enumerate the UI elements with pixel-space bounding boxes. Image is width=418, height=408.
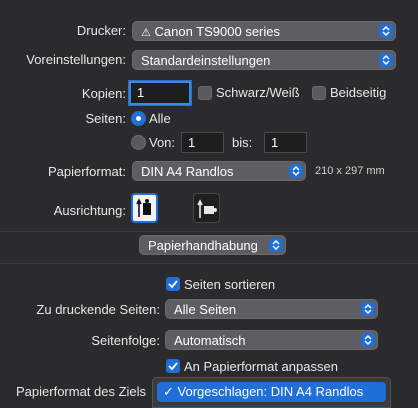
collate-label: Seiten sortieren — [184, 277, 276, 292]
checkmark-icon: ✓ — [163, 384, 174, 399]
chevron-updown-icon — [361, 333, 375, 347]
chevron-updown-icon — [289, 164, 303, 178]
section-value: Papierhandhabung — [148, 238, 258, 253]
pages-all-radio[interactable] — [131, 111, 146, 126]
paper-value: DIN A4 Randlos — [141, 164, 234, 179]
page-order-popup[interactable]: Automatisch — [165, 330, 378, 350]
paper-popup[interactable]: DIN A4 Randlos — [132, 161, 306, 181]
bw-checkbox[interactable] — [198, 86, 212, 100]
section-popup[interactable]: Papierhandhabung — [139, 235, 286, 255]
printer-popup[interactable]: ⚠ Canon TS9000 series — [132, 21, 396, 41]
presets-value: Standardeinstellungen — [141, 53, 271, 68]
orientation-label: Ausrichtung: — [53, 203, 126, 218]
scale-to-fit-checkbox[interactable] — [166, 359, 180, 373]
portrait-orientation-button[interactable] — [131, 193, 158, 223]
pages-from-field[interactable]: 1 — [181, 132, 224, 153]
pages-to-label: bis: — [232, 135, 253, 150]
landscape-icon — [197, 199, 217, 218]
chevron-updown-icon — [361, 302, 375, 316]
landscape-orientation-button[interactable] — [193, 193, 220, 223]
duplex-checkbox[interactable] — [312, 86, 326, 100]
scale-to-fit-label: An Papierformat anpassen — [184, 359, 338, 374]
presets-popup[interactable]: Standardeinstellungen — [132, 50, 396, 70]
presets-label: Voreinstellungen: — [26, 52, 126, 67]
bw-label: Schwarz/Weiß — [216, 85, 300, 100]
divider — [0, 231, 418, 232]
dest-paper-menu: ✓ Vorgeschlagen: DIN A4 Randlos — [152, 377, 391, 408]
checkmark-icon — [168, 280, 178, 289]
duplex-label: Beidseitig — [330, 85, 387, 100]
pages-to-field[interactable]: 1 — [264, 132, 307, 153]
copies-field[interactable]: 1 — [129, 81, 191, 105]
pages-range-radio[interactable] — [131, 135, 146, 150]
printer-label: Drucker: — [76, 23, 126, 38]
menu-item-suggested[interactable]: ✓ Vorgeschlagen: DIN A4 Randlos — [157, 382, 386, 402]
printer-value: Canon TS9000 series — [154, 24, 281, 39]
pages-from-label: Von: — [149, 135, 176, 150]
checkmark-icon — [168, 362, 178, 371]
paper-dimensions: 210 x 297 mm — [315, 165, 385, 177]
page-order-label: Seitenfolge: — [91, 333, 160, 348]
divider — [0, 263, 418, 264]
pages-all-label: Alle — [149, 111, 171, 126]
collate-checkbox[interactable] — [166, 277, 180, 291]
copies-label: Kopien: — [81, 86, 126, 101]
pages-to-print-value: Alle Seiten — [174, 302, 237, 317]
paper-label: Papierformat: — [47, 164, 126, 179]
dest-paper-label: Papierformat des Ziels — [16, 384, 147, 399]
print-dialog: { "printer": { "label": "Drucker:", "val… — [0, 0, 418, 408]
chevron-updown-icon — [379, 24, 393, 38]
page-order-value: Automatisch — [174, 333, 246, 348]
menu-item-label: Vorgeschlagen: DIN A4 Randlos — [177, 384, 364, 399]
warning-icon: ⚠ — [141, 27, 151, 39]
pages-label: Seiten: — [85, 111, 126, 126]
pages-to-print-popup[interactable]: Alle Seiten — [165, 299, 378, 319]
chevron-updown-icon — [379, 53, 393, 67]
pages-to-print-label: Zu druckende Seiten: — [36, 302, 160, 317]
portrait-icon — [136, 198, 151, 217]
chevron-updown-icon — [269, 238, 283, 252]
